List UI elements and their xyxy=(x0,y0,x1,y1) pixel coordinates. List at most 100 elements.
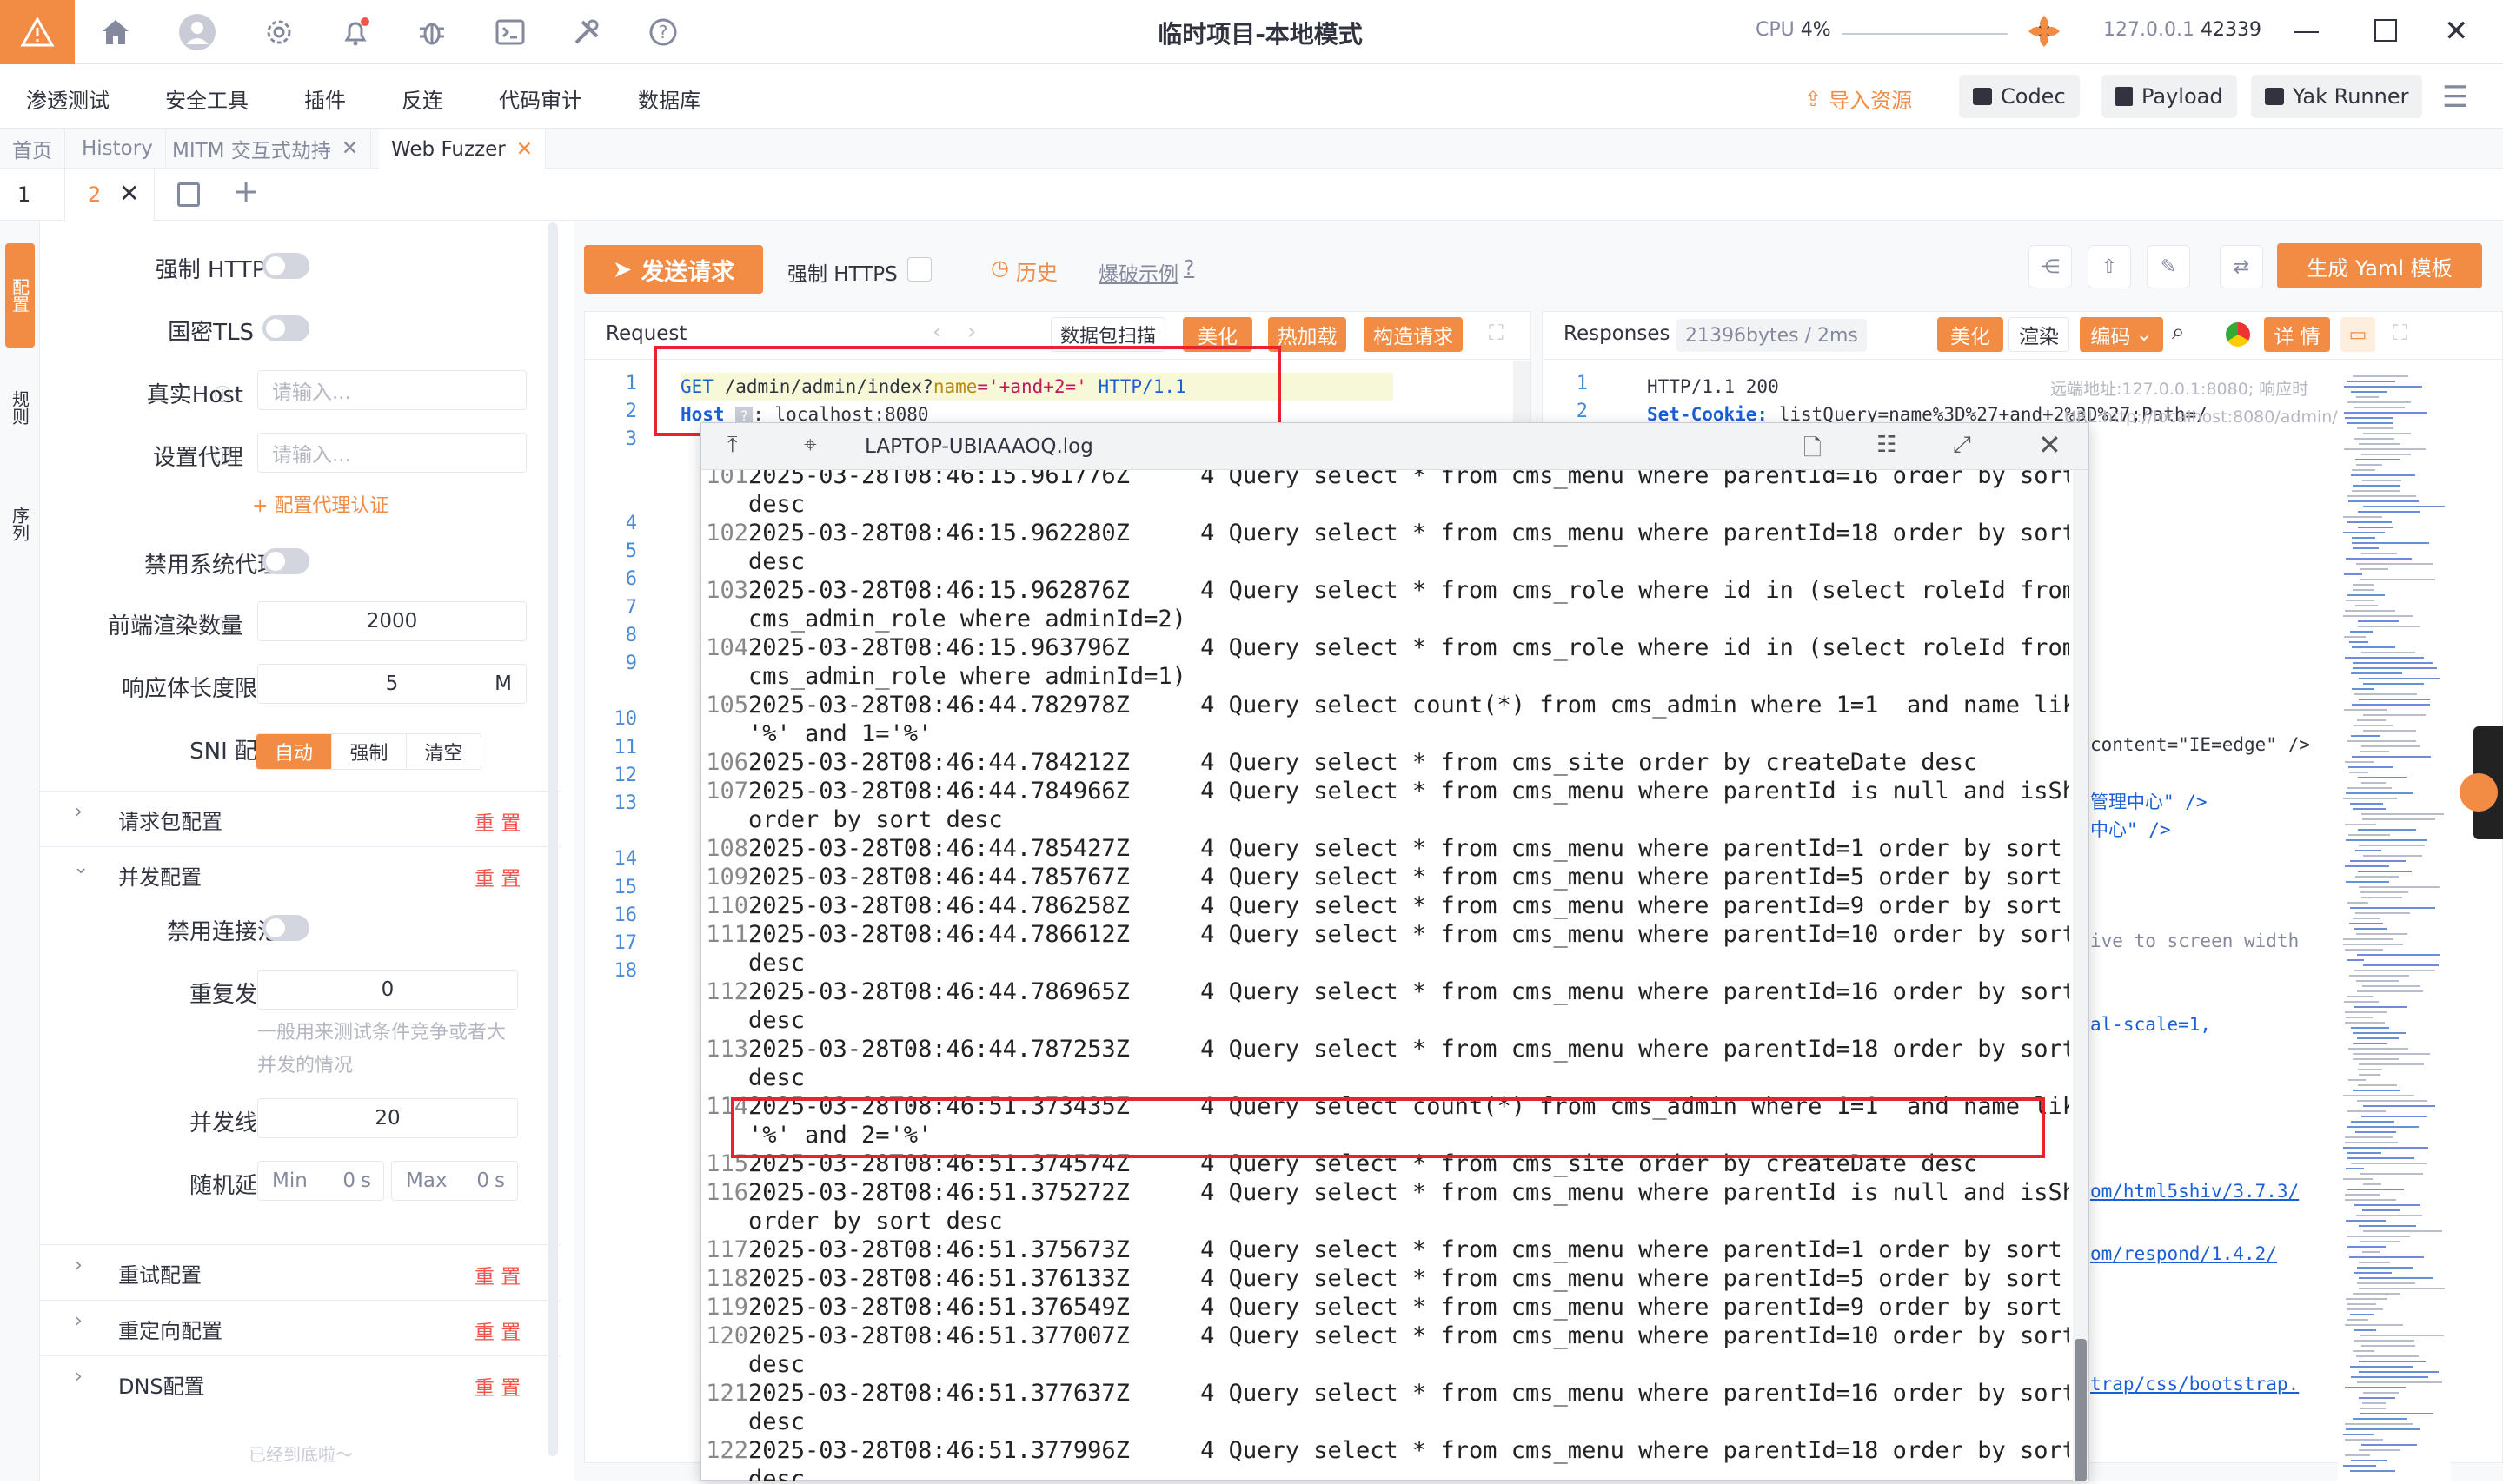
tab-history[interactable]: History xyxy=(70,129,166,169)
section-retry[interactable]: 重试配置 xyxy=(118,1258,202,1289)
resp-limit-input[interactable]: 5M xyxy=(257,664,527,704)
mascot-icon[interactable] xyxy=(2460,773,2498,812)
file-icon[interactable]: 🗋 xyxy=(1803,432,1822,470)
real-host-input[interactable]: 请输入... xyxy=(257,370,527,410)
response-line-1[interactable]: HTTP/1.1 200 xyxy=(1647,373,1779,401)
log-content[interactable]: 1012025-03-28T08:46:15.961776Z 4 Query s… xyxy=(701,470,2069,1481)
sub-tab-1[interactable]: 1 xyxy=(17,182,30,207)
section-redirect[interactable]: 重定向配置 xyxy=(118,1314,222,1344)
menu-plugins[interactable]: 插件 xyxy=(304,83,346,114)
sni-force[interactable]: 强制 xyxy=(331,734,406,769)
delay-max-input[interactable]: Max 0 s xyxy=(391,1161,518,1201)
construct-request-button[interactable]: 构造请求 xyxy=(1364,317,1463,352)
send-request-button[interactable]: ➤ 发送请求 xyxy=(584,245,763,294)
search-icon[interactable]: ⌕ xyxy=(2172,319,2185,346)
swap-icon[interactable]: ⇄ xyxy=(2220,245,2263,288)
list-icon[interactable]: ☷ xyxy=(1876,432,1896,458)
reset-redirect[interactable]: 重 置 xyxy=(475,1315,521,1345)
arrow-right-icon[interactable]: › xyxy=(967,319,976,345)
menu-database[interactable]: 数据库 xyxy=(638,83,700,114)
help-icon[interactable]: ? xyxy=(643,12,683,52)
close-icon[interactable]: ✕ xyxy=(2038,428,2061,461)
side-tab-sequence[interactable]: 序列 xyxy=(5,476,35,572)
bug-icon[interactable] xyxy=(412,12,452,52)
sub-tab-2[interactable]: 2 ✕ xyxy=(64,169,155,221)
force-https-checkbox[interactable] xyxy=(907,257,932,282)
close-icon[interactable]: ✕ xyxy=(119,179,139,208)
minimize-icon[interactable] xyxy=(2294,31,2319,33)
add-tab-icon[interactable]: + xyxy=(233,174,259,209)
close-icon[interactable]: ✕ xyxy=(2444,14,2469,49)
close-icon[interactable]: ✕ xyxy=(342,137,358,160)
tab-webfuzzer[interactable]: Web Fuzzer ✕ xyxy=(379,129,547,169)
terminal-icon[interactable] xyxy=(490,12,530,52)
section-request-pkg[interactable]: 请求包配置 xyxy=(118,805,222,835)
encode-dropdown[interactable]: 编码 ⌄ xyxy=(2080,317,2163,352)
log-scrollbar-track[interactable] xyxy=(2073,470,2088,1481)
repeat-input[interactable]: 0 xyxy=(257,970,518,1010)
tab-home[interactable]: 首页 xyxy=(0,129,65,169)
reset-dns[interactable]: 重 置 xyxy=(475,1371,521,1401)
pin-icon[interactable]: ⌖ xyxy=(804,432,817,459)
render-button[interactable]: 渲染 xyxy=(2008,317,2069,352)
gear-icon[interactable] xyxy=(259,12,299,52)
chevron-right-icon[interactable]: › xyxy=(75,1366,83,1388)
detail-button[interactable]: 详 情 xyxy=(2264,317,2330,352)
sni-auto[interactable]: 自动 xyxy=(256,734,331,769)
proxy-input[interactable]: 请输入... xyxy=(257,433,527,473)
pin-top-icon[interactable]: ⤒ xyxy=(727,432,738,459)
proxy-auth-link[interactable]: + 配置代理认证 xyxy=(252,490,388,518)
reset-concurrency[interactable]: 重 置 xyxy=(475,862,521,891)
chrome-icon[interactable] xyxy=(2226,322,2250,347)
fullscreen-icon[interactable]: ⛶ xyxy=(1489,321,1504,345)
scrollbar[interactable] xyxy=(548,222,558,1456)
import-resource-button[interactable]: ⇪ 导入资源 xyxy=(1804,83,1912,114)
response-minimap[interactable] xyxy=(2338,372,2451,1481)
threads-input[interactable]: 20 xyxy=(257,1098,518,1138)
expand-icon[interactable]: ⤢ xyxy=(1953,432,1971,459)
menu-pentest[interactable]: 渗透测试 xyxy=(26,83,110,114)
warning-icon[interactable] xyxy=(0,0,75,64)
side-tab-config[interactable]: 配置 xyxy=(5,243,35,348)
gm-tls-toggle[interactable] xyxy=(262,315,309,341)
menu-reverse[interactable]: 反连 xyxy=(402,83,443,114)
chevron-right-icon[interactable]: › xyxy=(75,1255,83,1276)
sni-clear[interactable]: 清空 xyxy=(406,734,481,769)
bell-icon[interactable] xyxy=(335,12,375,52)
edit-icon[interactable]: ✎ xyxy=(2147,245,2190,288)
history-button[interactable]: ◷ 历史 xyxy=(991,255,1058,286)
delay-min-input[interactable]: Min 0 s xyxy=(257,1161,384,1201)
menu-security-tools[interactable]: 安全工具 xyxy=(165,83,249,114)
chevron-right-icon[interactable]: › xyxy=(75,1310,83,1332)
home-icon[interactable] xyxy=(96,12,136,52)
section-dns[interactable]: DNS配置 xyxy=(118,1369,205,1400)
render-count-input[interactable]: 2000 xyxy=(257,601,527,641)
section-concurrency[interactable]: 并发配置 xyxy=(118,860,202,891)
share-icon[interactable]: ⋲ xyxy=(2028,245,2072,288)
tab-mitm[interactable]: MITM 交互式劫持 ✕ xyxy=(160,129,372,169)
side-tab-rules[interactable]: 规则 xyxy=(5,360,35,455)
chevron-right-icon[interactable]: › xyxy=(75,801,83,823)
export-icon[interactable]: ⇧ xyxy=(2088,245,2131,288)
reset-retry[interactable]: 重 置 xyxy=(475,1260,521,1289)
resp-beautify-button[interactable]: 美化 xyxy=(1937,317,2003,352)
reset-request-pkg[interactable]: 重 置 xyxy=(475,806,521,836)
disable-pool-toggle[interactable] xyxy=(262,915,309,941)
tools-icon[interactable] xyxy=(567,12,607,52)
chevron-down-icon[interactable]: ⌄ xyxy=(73,857,89,878)
arrow-left-icon[interactable]: ‹ xyxy=(933,319,941,345)
menu-code-audit[interactable]: 代码审计 xyxy=(499,83,582,114)
close-icon[interactable]: ✕ xyxy=(516,138,533,161)
disable-sys-proxy-toggle[interactable] xyxy=(262,548,309,574)
payload-button[interactable]: Payload xyxy=(2101,75,2237,118)
gen-yaml-button[interactable]: 生成 Yaml 模板 xyxy=(2277,243,2482,288)
codec-button[interactable]: Codec xyxy=(1959,75,2080,118)
yak-runner-button[interactable]: Yak Runner xyxy=(2251,75,2423,118)
force-https-toggle[interactable] xyxy=(262,253,309,279)
avatar-icon[interactable] xyxy=(177,12,217,52)
maximize-icon[interactable] xyxy=(2374,19,2397,42)
layout-icon[interactable]: ☰ xyxy=(2442,80,2468,115)
fullscreen-icon[interactable]: ⛶ xyxy=(2393,321,2407,345)
save-icon[interactable] xyxy=(177,182,200,207)
comment-icon[interactable]: ▭ xyxy=(2340,317,2375,352)
